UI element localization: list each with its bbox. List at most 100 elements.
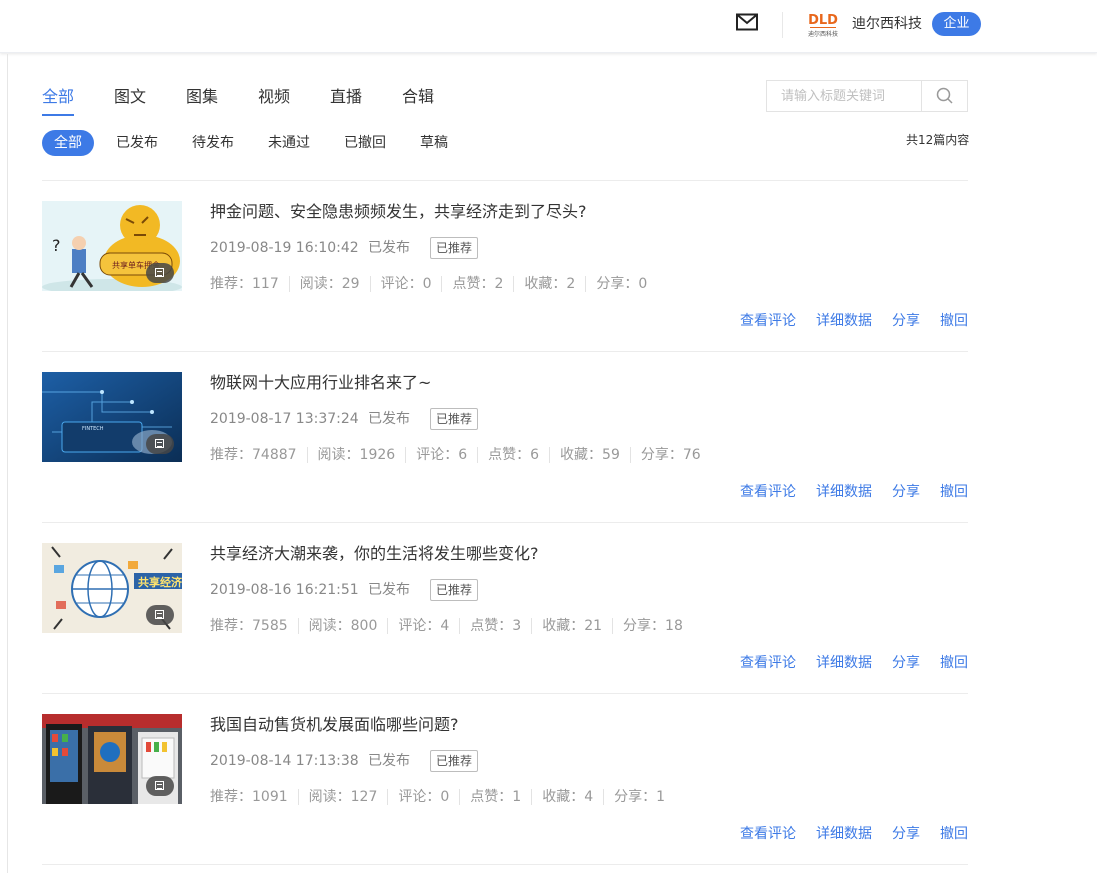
article-item: 共享经济 共享经济大潮来袭，你的生活将发生哪些变化? 2019-08-16 16…: [42, 523, 968, 694]
article-status: 已发布: [368, 753, 410, 769]
svg-text:共享经济: 共享经济: [138, 575, 182, 589]
detail-data-link[interactable]: 详细数据: [816, 824, 872, 844]
stat-comment: 评论：0: [369, 276, 442, 292]
article-actions: 查看评论 详细数据 分享 撤回: [740, 482, 968, 502]
recommended-tag: 已推荐: [430, 750, 479, 772]
filter-all[interactable]: 全部: [42, 130, 94, 156]
recommended-tag: 已推荐: [430, 579, 479, 601]
tab-image-text[interactable]: 图文: [114, 86, 146, 108]
recommended-tag: 已推荐: [430, 408, 479, 430]
company-logo: DLD 迪尔西科技: [806, 9, 840, 39]
stat-collect: 收藏：2: [513, 276, 585, 292]
stat-share: 分享：76: [629, 447, 711, 463]
stat-share: 分享：1: [603, 789, 675, 805]
view-comments-link[interactable]: 查看评论: [740, 482, 796, 502]
article-title[interactable]: 物联网十大应用行业排名来了~: [210, 372, 431, 394]
view-comments-link[interactable]: 查看评论: [740, 824, 796, 844]
article-item: FINTECH 物联网十大应用行业排名来了~ 2019-08-17 13:37:…: [42, 352, 968, 523]
share-link[interactable]: 分享: [892, 824, 920, 844]
stat-like: 点赞：6: [477, 447, 549, 463]
article-actions: 查看评论 详细数据 分享 撤回: [740, 824, 968, 844]
tab-video[interactable]: 视频: [258, 86, 290, 108]
article-actions: 查看评论 详细数据 分享 撤回: [740, 653, 968, 673]
article-thumbnail[interactable]: FINTECH: [42, 372, 182, 462]
article-stats: 推荐：117 阅读：29 评论：0 点赞：2 收藏：2 分享：0: [210, 274, 657, 292]
stat-recommend: 推荐：1091: [210, 789, 288, 805]
stat-like: 点赞：3: [459, 618, 531, 634]
share-link[interactable]: 分享: [892, 482, 920, 502]
stat-comment: 评论：0: [387, 789, 459, 805]
withdraw-link[interactable]: 撤回: [940, 482, 968, 502]
article-date: 2019-08-17 13:37:24: [210, 411, 359, 427]
filter-rejected[interactable]: 未通过: [268, 130, 310, 156]
article-thumbnail[interactable]: [42, 714, 182, 804]
stat-recommend: 推荐：7585: [210, 618, 288, 634]
topbar-divider: [782, 12, 783, 38]
account-type-badge: 企业: [932, 12, 981, 36]
stat-collect: 收藏：4: [531, 789, 603, 805]
view-comments-link[interactable]: 查看评论: [740, 311, 796, 331]
article-title[interactable]: 我国自动售货机发展面临哪些问题?: [210, 714, 459, 736]
active-tab-indicator: [42, 114, 74, 116]
image-text-type-icon: [146, 776, 174, 796]
detail-data-link[interactable]: 详细数据: [816, 653, 872, 673]
article-stats: 推荐：1091 阅读：127 评论：0 点赞：1 收藏：4 分享：1: [210, 787, 675, 805]
filter-withdrawn[interactable]: 已撤回: [344, 130, 386, 156]
view-comments-link[interactable]: 查看评论: [740, 653, 796, 673]
svg-text:?: ?: [52, 236, 61, 255]
search-box: [766, 80, 968, 112]
search-icon: [936, 87, 953, 104]
detail-data-link[interactable]: 详细数据: [816, 311, 872, 331]
article-item: 我国自动售货机发展面临哪些问题? 2019-08-14 17:13:38 已发布…: [42, 694, 968, 865]
stat-like: 点赞：1: [459, 789, 531, 805]
image-text-type-icon: [146, 263, 174, 283]
stat-read: 阅读：29: [288, 276, 370, 292]
tab-gallery[interactable]: 图集: [186, 86, 218, 108]
stat-read: 阅读：800: [297, 618, 388, 634]
article-title[interactable]: 共享经济大潮来袭，你的生活将发生哪些变化?: [210, 543, 539, 565]
svg-text:迪尔西科技: 迪尔西科技: [808, 30, 838, 38]
stat-comment: 评论：4: [387, 618, 459, 634]
image-text-type-icon: [146, 434, 174, 454]
svg-text:DLD: DLD: [808, 13, 838, 28]
article-status: 已发布: [368, 582, 410, 598]
stat-collect: 收藏：59: [549, 447, 630, 463]
stat-recommend: 推荐：117: [210, 276, 279, 292]
stat-share: 分享：18: [612, 618, 693, 634]
content-border: [7, 54, 8, 873]
search-input[interactable]: [767, 81, 933, 111]
withdraw-link[interactable]: 撤回: [940, 653, 968, 673]
stat-read: 阅读：127: [297, 789, 388, 805]
top-bar: DLD 迪尔西科技 迪尔西科技 企业: [0, 0, 1097, 53]
article-stats: 推荐：7585 阅读：800 评论：4 点赞：3 收藏：21 分享：18: [210, 616, 693, 634]
stat-read: 阅读：1926: [306, 447, 406, 463]
article-date: 2019-08-19 16:10:42: [210, 240, 359, 256]
mail-icon[interactable]: [736, 13, 758, 31]
article-actions: 查看评论 详细数据 分享 撤回: [740, 311, 968, 331]
article-date: 2019-08-16 16:21:51: [210, 582, 359, 598]
tab-live[interactable]: 直播: [330, 86, 362, 108]
detail-data-link[interactable]: 详细数据: [816, 482, 872, 502]
withdraw-link[interactable]: 撤回: [940, 311, 968, 331]
filter-draft[interactable]: 草稿: [420, 130, 448, 156]
article-title[interactable]: 押金问题、安全隐患频频发生，共享经济走到了尽头?: [210, 201, 587, 223]
article-stats: 推荐：74887 阅读：1926 评论：6 点赞：6 收藏：59 分享：76: [210, 445, 711, 463]
tab-collection[interactable]: 合辑: [402, 86, 434, 108]
article-status: 已发布: [368, 411, 410, 427]
filter-published[interactable]: 已发布: [116, 130, 158, 156]
filter-pending[interactable]: 待发布: [192, 130, 234, 156]
search-button[interactable]: [921, 81, 968, 111]
tab-all[interactable]: 全部: [42, 86, 74, 108]
share-link[interactable]: 分享: [892, 311, 920, 331]
recommended-tag: 已推荐: [430, 237, 479, 259]
image-text-type-icon: [146, 605, 174, 625]
stat-comment: 评论：6: [405, 447, 477, 463]
stat-like: 点赞：2: [441, 276, 513, 292]
share-link[interactable]: 分享: [892, 653, 920, 673]
article-thumbnail[interactable]: 共享单车押金 ?: [42, 201, 182, 291]
company-name[interactable]: 迪尔西科技: [852, 14, 922, 34]
article-thumbnail[interactable]: 共享经济: [42, 543, 182, 633]
list-divider: [42, 864, 968, 865]
svg-text:FINTECH: FINTECH: [82, 426, 104, 432]
withdraw-link[interactable]: 撤回: [940, 824, 968, 844]
